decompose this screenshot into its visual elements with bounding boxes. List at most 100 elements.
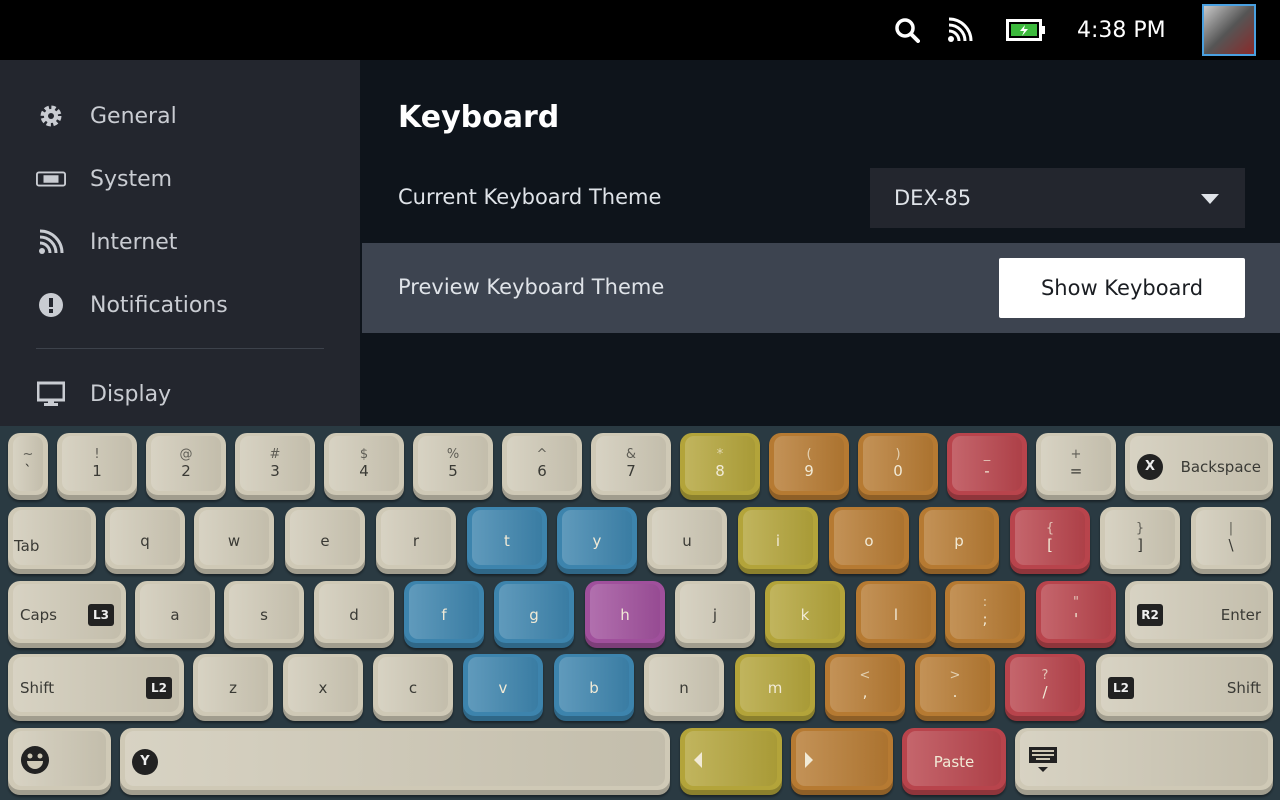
key-shift-label: & bbox=[625, 447, 637, 462]
sidebar-item-display[interactable]: Display bbox=[36, 374, 171, 414]
search-icon[interactable] bbox=[894, 0, 920, 60]
battery-charging-icon[interactable] bbox=[1006, 0, 1046, 60]
key-label: r bbox=[412, 531, 420, 550]
key-label: 8 bbox=[715, 462, 725, 480]
key-u[interactable]: u bbox=[647, 507, 727, 574]
key-shift-label: ( bbox=[806, 447, 812, 462]
sidebar-item-label: Notifications bbox=[90, 292, 228, 318]
key-9[interactable]: (9 bbox=[769, 433, 849, 500]
key-6[interactable]: ^ 6 bbox=[502, 433, 582, 500]
key-g[interactable]: g bbox=[494, 581, 574, 648]
key-[interactable]: + = bbox=[1036, 433, 1116, 500]
key-y[interactable]: Y bbox=[120, 728, 670, 795]
key-[interactable]: " ' bbox=[1036, 581, 1116, 648]
keyboard-theme-dropdown[interactable]: DEX-85 bbox=[870, 168, 1245, 228]
key-shift-label: ) bbox=[895, 447, 901, 462]
key-b[interactable]: b bbox=[554, 654, 634, 721]
key-[interactable]: }] bbox=[1100, 507, 1180, 574]
key-r[interactable]: r bbox=[376, 507, 456, 574]
key-label: , bbox=[862, 683, 868, 701]
key-e[interactable]: e bbox=[285, 507, 365, 574]
key-5[interactable]: % 5 bbox=[413, 433, 493, 500]
key-shift-label: ~ bbox=[22, 447, 34, 462]
top-bar: 4:38 PM bbox=[0, 0, 1280, 60]
key-x[interactable]: x bbox=[283, 654, 363, 721]
preview-label: Preview Keyboard Theme bbox=[398, 275, 665, 299]
key-[interactable]: _ - bbox=[947, 433, 1027, 500]
key-label: a bbox=[170, 605, 180, 624]
key-m[interactable]: m bbox=[735, 654, 815, 721]
key-label: t bbox=[504, 531, 510, 550]
key-o[interactable]: o bbox=[829, 507, 909, 574]
key-shift-label: < bbox=[859, 668, 871, 683]
key-[interactable]: {[ bbox=[1010, 507, 1090, 574]
key-h[interactable]: h bbox=[585, 581, 665, 648]
key-t[interactable]: t bbox=[467, 507, 547, 574]
key-caps[interactable]: Caps L3 bbox=[8, 581, 126, 648]
avatar[interactable] bbox=[1202, 4, 1256, 56]
key-shift-label: } bbox=[1135, 521, 1145, 536]
key-emojiicon[interactable] bbox=[8, 728, 111, 795]
key-label: q bbox=[140, 531, 150, 550]
key-c[interactable]: c bbox=[373, 654, 453, 721]
key-8[interactable]: * 8 bbox=[680, 433, 760, 500]
key-shift[interactable]: L2 Shift bbox=[1096, 654, 1273, 721]
key-q[interactable]: q bbox=[105, 507, 185, 574]
key-backspace[interactable]: X Backspace bbox=[1125, 433, 1273, 500]
wifi-icon[interactable] bbox=[947, 0, 973, 60]
button-badge-l3: L3 bbox=[88, 603, 114, 626]
key-arrowrighticon[interactable] bbox=[791, 728, 893, 795]
key-label: Paste bbox=[933, 752, 975, 771]
key-[interactable]: <, bbox=[825, 654, 905, 721]
key-tab[interactable]: Tab bbox=[8, 507, 96, 574]
sidebar-item-general[interactable]: General bbox=[36, 96, 177, 136]
key-[interactable]: | \ bbox=[1191, 507, 1271, 574]
key-[interactable]: ~ ` bbox=[8, 433, 48, 500]
key-v[interactable]: v bbox=[463, 654, 543, 721]
key-shift[interactable]: Shift L2 bbox=[8, 654, 184, 721]
key-enter[interactable]: R2 Enter bbox=[1125, 581, 1273, 648]
key-j[interactable]: j bbox=[675, 581, 755, 648]
key-shift-label: : bbox=[982, 595, 988, 610]
key-[interactable]: >. bbox=[915, 654, 995, 721]
key-label: 5 bbox=[448, 462, 458, 480]
key-l[interactable]: l bbox=[856, 581, 936, 648]
key-[interactable]: ? / bbox=[1005, 654, 1085, 721]
key-label: h bbox=[620, 605, 630, 624]
key-0[interactable]: ) 0 bbox=[858, 433, 938, 500]
key-w[interactable]: w bbox=[194, 507, 274, 574]
key-2[interactable]: @2 bbox=[146, 433, 226, 500]
key-i[interactable]: i bbox=[738, 507, 818, 574]
key-p[interactable]: p bbox=[919, 507, 999, 574]
show-keyboard-button[interactable]: Show Keyboard bbox=[999, 258, 1245, 318]
arrow-right-icon bbox=[803, 751, 815, 772]
key-n[interactable]: n bbox=[644, 654, 724, 721]
key-z[interactable]: z bbox=[193, 654, 273, 721]
key-s[interactable]: s bbox=[224, 581, 304, 648]
key-7[interactable]: & 7 bbox=[591, 433, 671, 500]
key-shift-label: @ bbox=[179, 447, 193, 462]
key-y[interactable]: y bbox=[557, 507, 637, 574]
key-label: ' bbox=[1073, 610, 1079, 628]
key-3[interactable]: #3 bbox=[235, 433, 315, 500]
key-f[interactable]: f bbox=[404, 581, 484, 648]
key-hidekeyboardicon[interactable] bbox=[1015, 728, 1273, 795]
key-label: [ bbox=[1047, 536, 1053, 554]
current-theme-label: Current Keyboard Theme bbox=[398, 185, 662, 209]
key-4[interactable]: $4 bbox=[324, 433, 404, 500]
arrow-left-icon bbox=[692, 751, 704, 772]
button-badge-l2: L2 bbox=[146, 676, 172, 699]
key-k[interactable]: k bbox=[765, 581, 845, 648]
key-paste[interactable]: Paste bbox=[902, 728, 1006, 795]
virtual-keyboard: ~ `! 1 @2 #3 $4% 5 ^ 6 & 7 * 8(9) 0 _ - + = X Backspace Tab q… bbox=[0, 426, 1280, 800]
key-1[interactable]: ! 1 bbox=[57, 433, 137, 500]
key-label: ] bbox=[1137, 536, 1143, 554]
key-arrowlefticon[interactable] bbox=[680, 728, 782, 795]
key-[interactable]: :; bbox=[945, 581, 1025, 648]
key-label: \ bbox=[1228, 536, 1234, 554]
sidebar-item-notifications[interactable]: Notifications bbox=[36, 285, 228, 325]
sidebar-item-internet[interactable]: Internet bbox=[36, 222, 177, 262]
key-d[interactable]: d bbox=[314, 581, 394, 648]
sidebar-item-system[interactable]: System bbox=[36, 159, 172, 199]
key-a[interactable]: a bbox=[135, 581, 215, 648]
